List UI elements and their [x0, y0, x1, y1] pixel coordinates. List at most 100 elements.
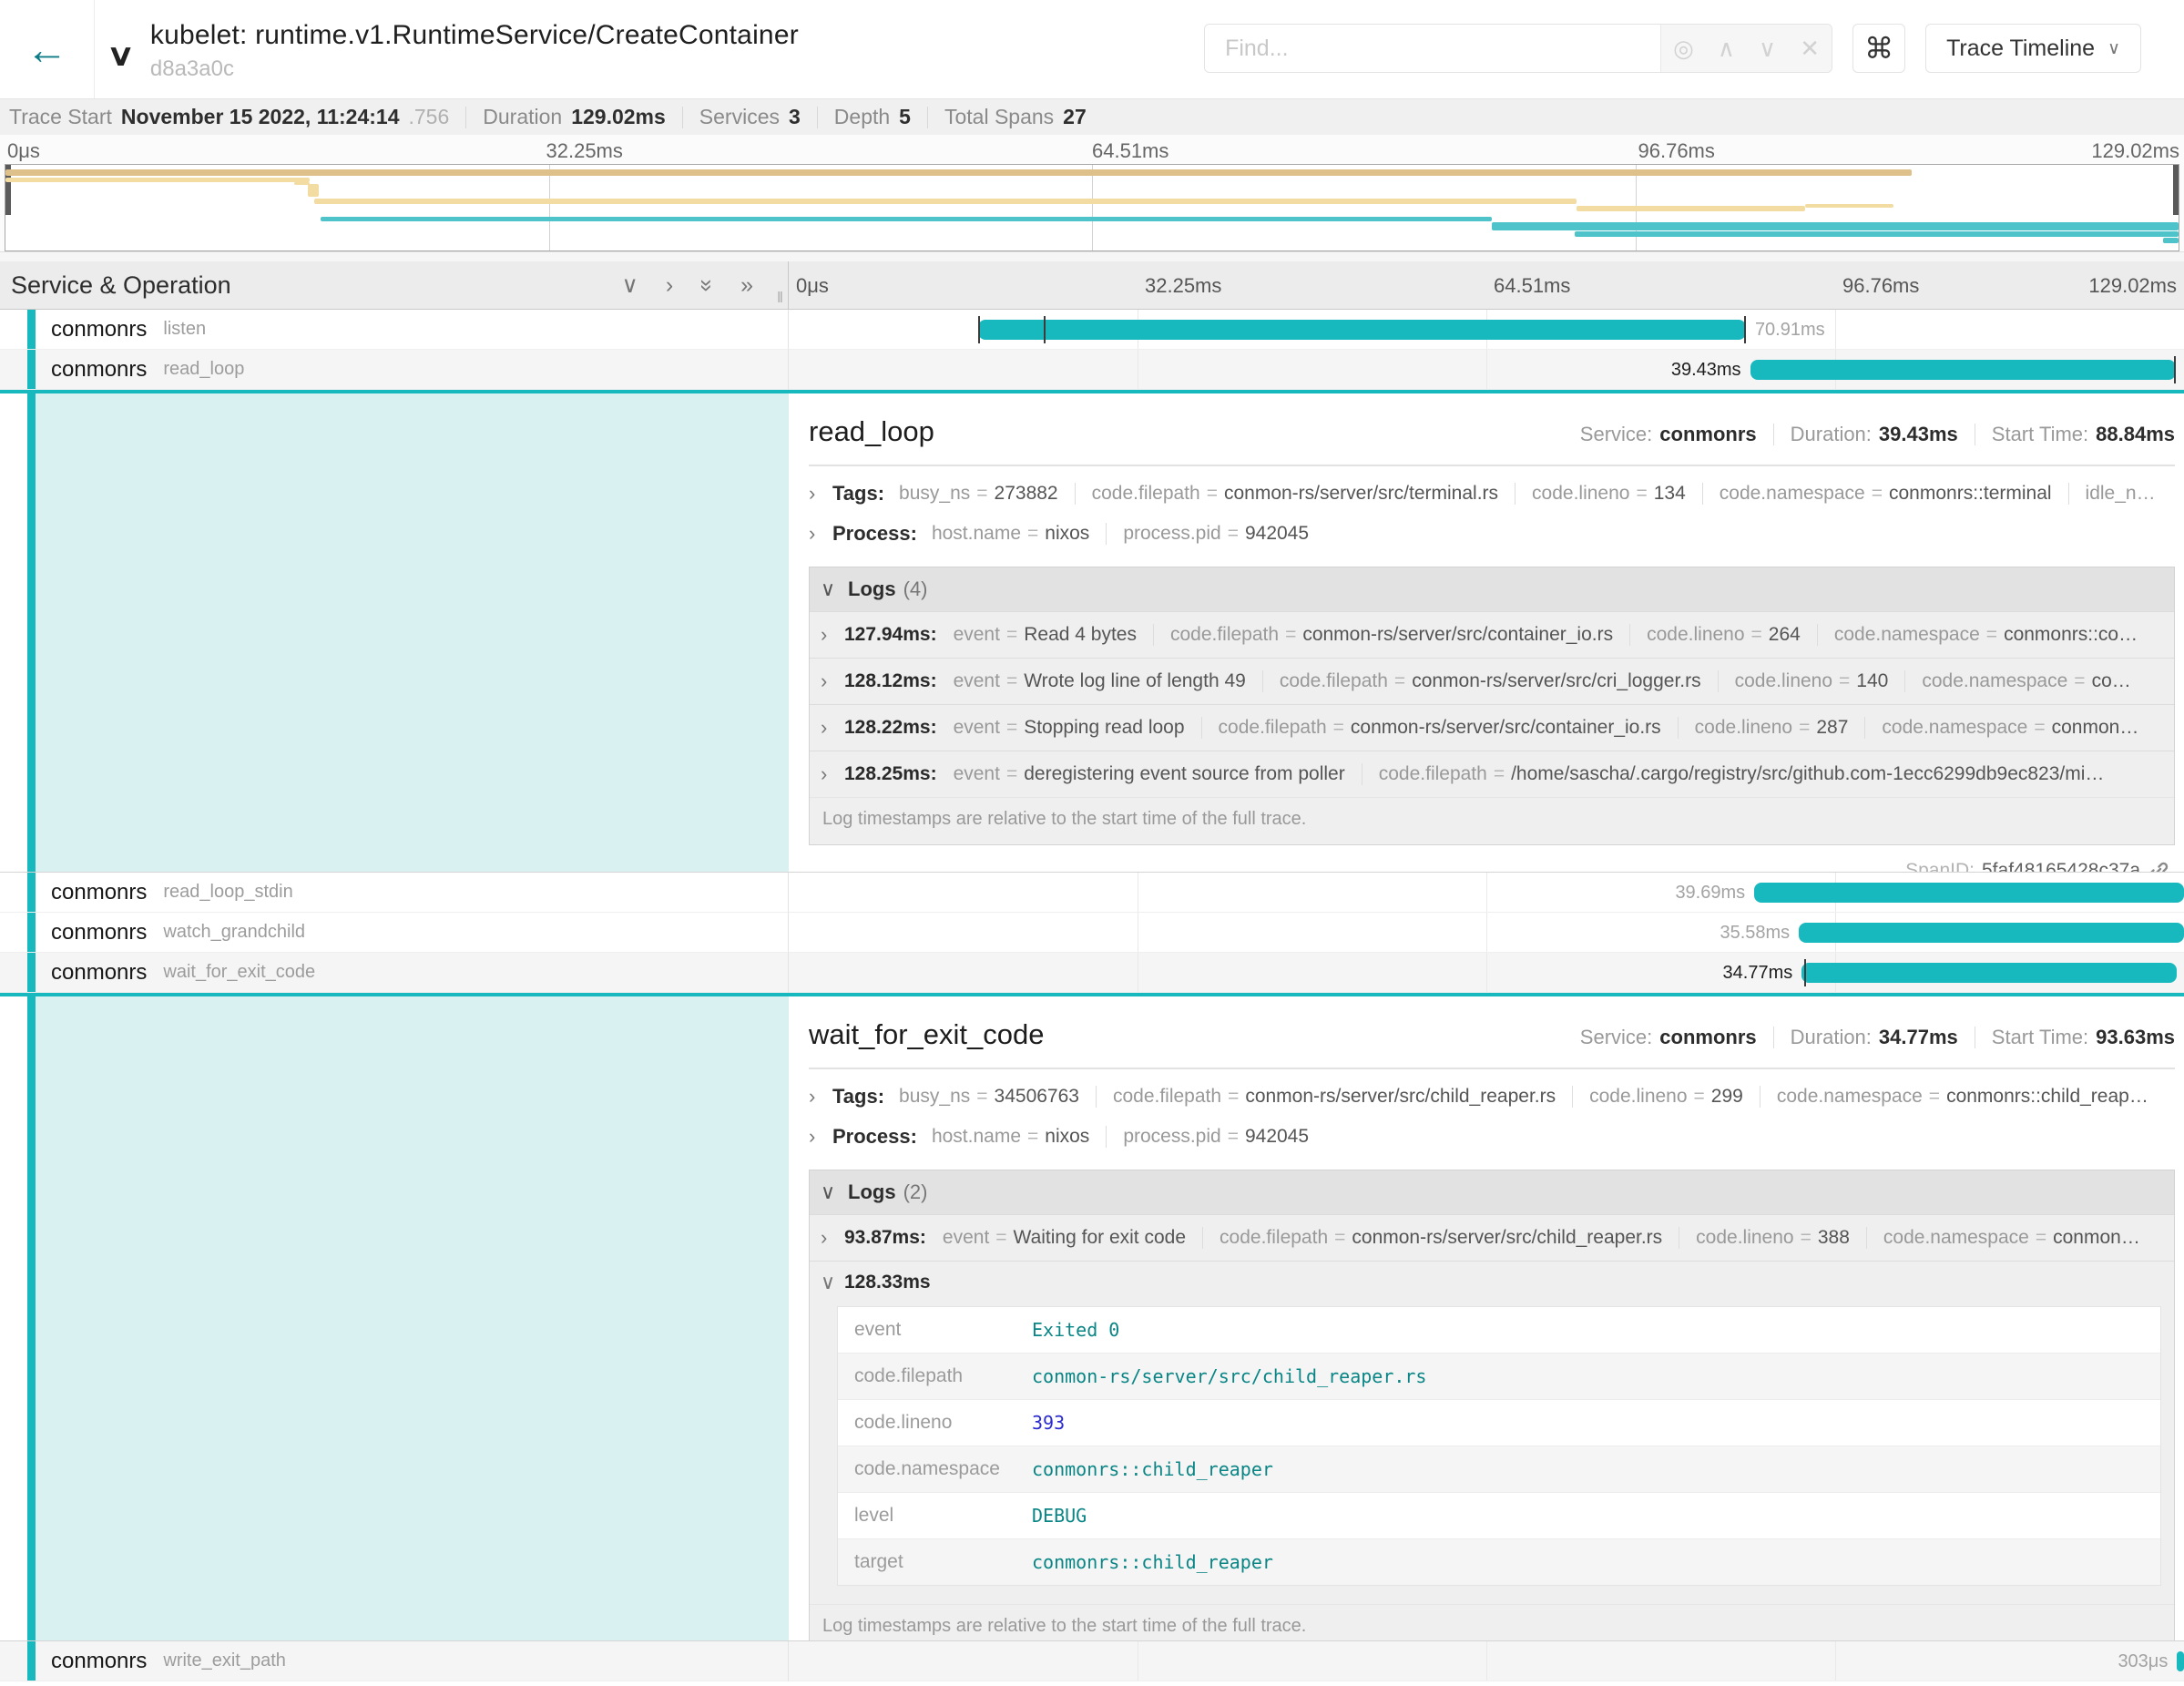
collapse-one-icon[interactable]: ∨ — [622, 271, 638, 299]
service-label: Service: — [1580, 423, 1652, 446]
log-timestamp: 128.12ms: — [844, 670, 937, 692]
log-marker-tick — [1744, 316, 1746, 343]
minimap-right-handle[interactable] — [2173, 165, 2179, 215]
chevron-right-icon: › — [809, 482, 832, 506]
minimap-span-bar — [314, 199, 1577, 204]
field-value: Exited 0 — [1032, 1319, 1119, 1341]
span-name-cell[interactable]: conmonrs read_loop_stdin — [0, 873, 789, 913]
chevron-down-icon: ∨ — [821, 1271, 844, 1294]
logs-header[interactable]: ∨ Logs (2) — [810, 1170, 2174, 1214]
log-marker-tick — [2174, 356, 2176, 383]
keyboard-shortcuts-button[interactable]: ⌘ — [1852, 24, 1905, 73]
back-button[interactable]: ← — [0, 0, 95, 98]
duration-value: 34.77ms — [1879, 1026, 1958, 1049]
trace-start: Trace Start November 15 2022, 11:24:14.7… — [9, 105, 449, 129]
process-label: Process: — [832, 1125, 917, 1149]
detail-header: read_loop Service: conmonrs Duration: 39… — [809, 415, 2175, 448]
service-name: conmonrs — [51, 880, 147, 905]
log-field: event=Wrote log line of length 49 — [954, 670, 1246, 692]
operation-name: read_loop — [163, 359, 244, 380]
column-resizer[interactable]: ‖ — [777, 289, 784, 307]
chevron-right-icon: › — [821, 623, 844, 647]
trace-view-label: Trace Timeline — [1946, 36, 2095, 62]
operation-name: listen — [163, 319, 206, 340]
span-bar[interactable] — [1754, 883, 2184, 903]
chevron-down-icon: ∨ — [821, 577, 848, 601]
detail-indent-column — [0, 393, 789, 872]
span-name-cell[interactable]: conmonrs watch_grandchild — [0, 913, 789, 953]
log-field: event=Read 4 bytes — [954, 624, 1137, 646]
service-name: conmonrs — [51, 317, 147, 342]
divider — [927, 107, 928, 128]
minimap-span-bar — [5, 169, 1912, 176]
find-target-icon[interactable]: ◎ — [1673, 35, 1694, 63]
log-entry-expanded-header[interactable]: ∨ 128.33ms — [810, 1261, 2174, 1303]
tags-row[interactable]: › Tags: busy_ns=34506763 code.filepath=c… — [809, 1077, 2175, 1117]
span-bar[interactable] — [1801, 963, 2177, 983]
expand-all-icon[interactable]: » — [740, 272, 753, 299]
span-duration-label: 39.43ms — [1671, 350, 1750, 390]
service-name: conmonrs — [51, 920, 147, 945]
tags-label: Tags: — [832, 482, 884, 506]
detail-content: wait_for_exit_code Service: conmonrs Dur… — [789, 996, 2184, 1640]
minimap-gridline — [549, 165, 550, 250]
find-input[interactable] — [1205, 25, 1660, 72]
tag: code.filepath=conmon-rs/server/src/child… — [1096, 1086, 1556, 1108]
service-value: conmonrs — [1659, 1026, 1756, 1049]
span-duration-label: 35.58ms — [1720, 913, 1799, 953]
log-marker-tick — [1044, 316, 1046, 343]
log-entry[interactable]: › 128.12ms: event=Wrote log line of leng… — [810, 658, 2174, 704]
chevron-right-icon: › — [809, 1125, 832, 1149]
service-label: Service: — [1580, 1026, 1652, 1049]
process-tag: host.name=nixos — [932, 1126, 1089, 1148]
log-field: code.lineno=264 — [1629, 624, 1801, 646]
tags-row[interactable]: › Tags: busy_ns=273882 code.filepath=con… — [809, 474, 2175, 514]
process-row[interactable]: › Process: host.name=nixos process.pid=9… — [809, 514, 2175, 554]
minimap-canvas[interactable] — [5, 164, 2179, 251]
collapse-all-icon[interactable]: » — [694, 279, 720, 291]
span-name-cell[interactable]: conmonrs listen — [0, 310, 789, 350]
trace-view-select[interactable]: Trace Timeline ∨ — [1925, 24, 2141, 73]
trace-timeline-page: ← ∨ kubelet: runtime.v1.RuntimeService/C… — [0, 0, 2184, 1686]
process-row[interactable]: › Process: host.name=nixos process.pid=9… — [809, 1117, 2175, 1157]
find-next-icon[interactable]: ∨ — [1759, 35, 1776, 63]
tick-label: 96.76ms — [1638, 139, 1715, 163]
trace-start-label: Trace Start — [9, 105, 112, 129]
chevron-right-icon: › — [821, 1226, 844, 1250]
log-entry[interactable]: › 128.25ms: event=deregistering event so… — [810, 751, 2174, 797]
span-bar[interactable] — [2177, 1651, 2184, 1671]
process-tag: process.pid=942045 — [1106, 523, 1309, 545]
timeline-ruler: 0μs 32.25ms 64.51ms 96.76ms 129.02ms — [789, 261, 2184, 309]
chevron-down-icon: ∨ — [2107, 38, 2120, 59]
log-entry[interactable]: › 128.22ms: event=Stopping read loopcode… — [810, 704, 2174, 751]
span-bar[interactable] — [978, 320, 1746, 340]
collapse-trace-header-icon[interactable]: ∨ — [107, 38, 135, 73]
log-entry[interactable]: › 127.94ms: event=Read 4 bytescode.filep… — [810, 611, 2174, 658]
span-name-cell[interactable]: conmonrs write_exit_path — [0, 1641, 789, 1681]
minimap-span-bar — [1492, 222, 2179, 230]
log-field: code.lineno=388 — [1679, 1227, 1850, 1249]
tick-label: 0μs — [7, 139, 40, 163]
span-row-wait-for-exit-code: conmonrs wait_for_exit_code 34.77ms — [0, 953, 2184, 993]
service-color-bar — [27, 393, 36, 872]
span-name-cell[interactable]: conmonrs read_loop — [0, 350, 789, 390]
service-operation-title: Service & Operation — [11, 271, 231, 300]
span-table-header: Service & Operation ∨ › » » ‖ 0μs 32.25m… — [0, 261, 2184, 310]
trace-titles: kubelet: runtime.v1.RuntimeService/Creat… — [150, 16, 799, 82]
service-operation-header: Service & Operation ∨ › » » ‖ — [0, 261, 789, 309]
duration-value: 129.02ms — [571, 105, 666, 129]
find-prev-icon[interactable]: ∧ — [1718, 35, 1735, 63]
span-row-watch-grandchild: conmonrs watch_grandchild 35.58ms — [0, 913, 2184, 953]
find-clear-icon[interactable]: ✕ — [1800, 35, 1820, 63]
logs-count: (2) — [903, 1180, 928, 1204]
span-bar[interactable] — [1799, 923, 2184, 943]
log-entry[interactable]: › 93.87ms: event=Waiting for exit codeco… — [810, 1214, 2174, 1261]
logs-header[interactable]: ∨ Logs (4) — [810, 567, 2174, 611]
expand-one-icon[interactable]: › — [666, 272, 673, 299]
start-time-value: 88.84ms — [2096, 423, 2175, 446]
tags-label: Tags: — [832, 1085, 884, 1109]
span-bar[interactable] — [1750, 360, 2176, 380]
log-field-row: event Exited 0 — [838, 1307, 2160, 1353]
link-icon[interactable] — [2148, 860, 2169, 872]
span-name-cell[interactable]: conmonrs wait_for_exit_code — [0, 953, 789, 993]
